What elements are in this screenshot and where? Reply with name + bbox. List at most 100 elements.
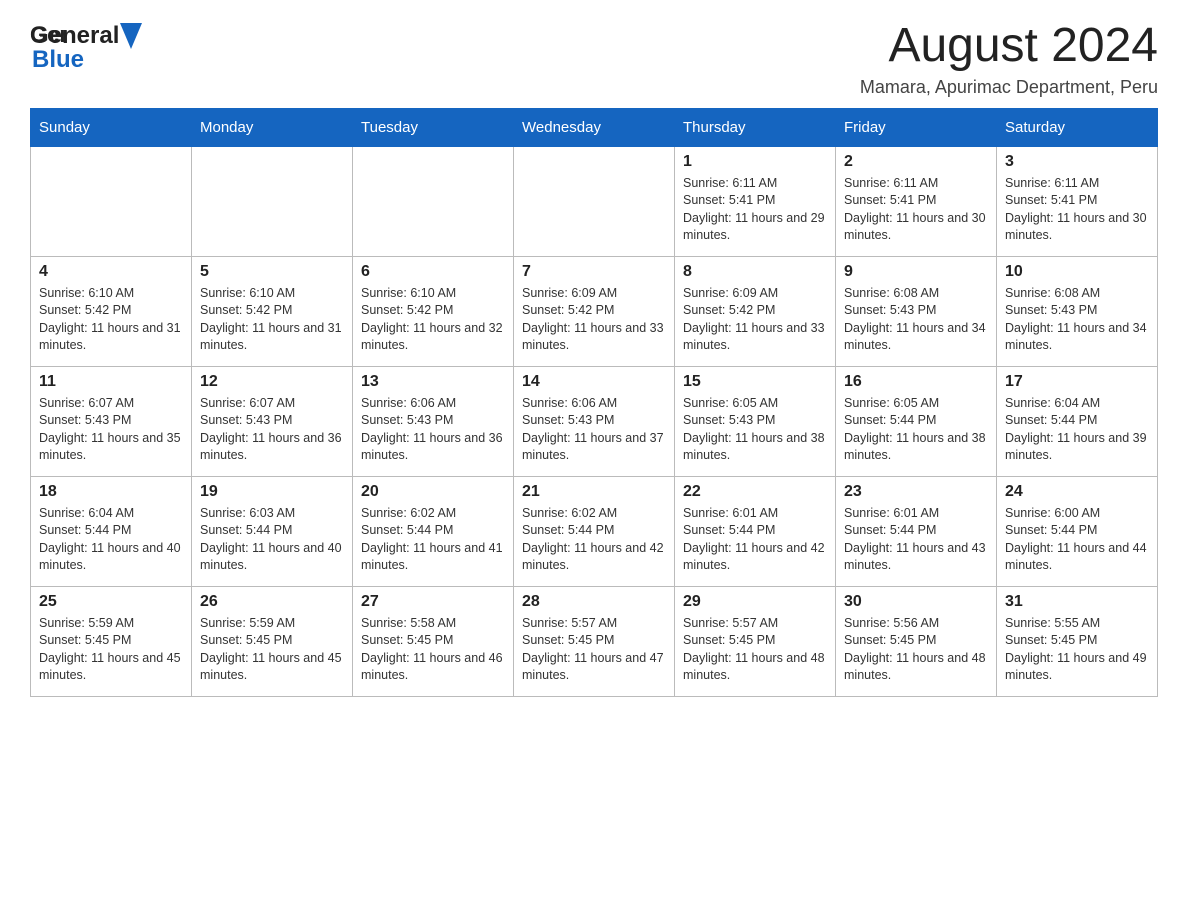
cell-week5-day7: 31 Sunrise: 5:55 AMSunset: 5:45 PMDayligh… — [997, 586, 1158, 696]
header-wednesday: Wednesday — [514, 108, 675, 146]
day-info: Sunrise: 6:01 AMSunset: 5:44 PMDaylight:… — [844, 505, 988, 575]
cell-week2-day3: 6 Sunrise: 6:10 AMSunset: 5:42 PMDaylight… — [353, 256, 514, 366]
cell-week3-day4: 14Sunrise: 6:06 AMSunset: 5:43 PMDayligh… — [514, 366, 675, 476]
logo-blue-text: Blue — [32, 46, 84, 73]
cell-week2-day1: 4 Sunrise: 6:10 AMSunset: 5:42 PMDaylight… — [31, 256, 192, 366]
header-thursday: Thursday — [675, 108, 836, 146]
cell-week2-day4: 7 Sunrise: 6:09 AMSunset: 5:42 PMDaylight… — [514, 256, 675, 366]
cell-week2-day7: 10Sunrise: 6:08 AMSunset: 5:43 PMDayligh… — [997, 256, 1158, 366]
cell-week1-day2 — [192, 146, 353, 256]
page-header: General August 2024 Mamara, Apurimac Dep… — [30, 20, 1158, 98]
day-info: Sunrise: 5:55 AMSunset: 5:45 PMDaylight:… — [1005, 615, 1149, 685]
header-friday: Friday — [836, 108, 997, 146]
day-number: 29 — [683, 593, 827, 611]
header-saturday: Saturday — [997, 108, 1158, 146]
cell-week3-day7: 17 Sunrise: 6:04 AMSunset: 5:44 PMDayligh… — [997, 366, 1158, 476]
cell-week4-day3: 20 Sunrise: 6:02 AMSunset: 5:44 PMDayligh… — [353, 476, 514, 586]
day-info: Sunrise: 6:10 AMSunset: 5:42 PMDaylight:… — [39, 285, 183, 355]
day-number: 9 — [844, 263, 988, 281]
calendar-header-row: Sunday Monday Tuesday Wednesday Thursday… — [31, 108, 1158, 146]
day-info: Sunrise: 6:10 AMSunset: 5:42 PMDaylight:… — [200, 285, 344, 355]
day-number: 26 — [200, 593, 344, 611]
cell-week1-day1 — [31, 146, 192, 256]
month-title: August 2024 — [860, 20, 1158, 73]
cell-week3-day3: 13 Sunrise: 6:06 AMSunset: 5:43 PMDayligh… — [353, 366, 514, 476]
day-info: Sunrise: 6:09 AMSunset: 5:42 PMDaylight:… — [522, 285, 666, 355]
cell-week3-day2: 12Sunrise: 6:07 AMSunset: 5:43 PMDayligh… — [192, 366, 353, 476]
cell-week5-day5: 29 Sunrise: 5:57 AMSunset: 5:45 PMDayligh… — [675, 586, 836, 696]
day-info: Sunrise: 5:59 AMSunset: 5:45 PMDaylight:… — [200, 615, 344, 685]
day-number: 13 — [361, 373, 505, 391]
day-info: Sunrise: 6:02 AMSunset: 5:44 PMDaylight:… — [522, 505, 666, 575]
day-number: 17 — [1005, 373, 1149, 391]
cell-week1-day4 — [514, 146, 675, 256]
cell-week3-day5: 15 Sunrise: 6:05 AMSunset: 5:43 PMDayligh… — [675, 366, 836, 476]
day-info: Sunrise: 6:06 AMSunset: 5:43 PMDaylight:… — [361, 395, 505, 465]
cell-week3-day1: 11 Sunrise: 6:07 AMSunset: 5:43 PMDayligh… — [31, 366, 192, 476]
day-info: Sunrise: 6:05 AMSunset: 5:43 PMDaylight:… — [683, 395, 827, 465]
day-number: 7 — [522, 263, 666, 281]
day-info: Sunrise: 6:06 AMSunset: 5:43 PMDaylight:… — [522, 395, 666, 465]
cell-week5-day1: 25 Sunrise: 5:59 AMSunset: 5:45 PMDayligh… — [31, 586, 192, 696]
cell-week2-day5: 8 Sunrise: 6:09 AMSunset: 5:42 PMDaylight… — [675, 256, 836, 366]
day-number: 8 — [683, 263, 827, 281]
day-info: Sunrise: 6:04 AMSunset: 5:44 PMDaylight:… — [39, 505, 183, 575]
week-row-5: 25 Sunrise: 5:59 AMSunset: 5:45 PMDayligh… — [31, 586, 1158, 696]
cell-week2-day2: 5 Sunrise: 6:10 AMSunset: 5:42 PMDaylight… — [192, 256, 353, 366]
day-info: Sunrise: 6:07 AMSunset: 5:43 PMDaylight:… — [39, 395, 183, 465]
day-number: 19 — [200, 483, 344, 501]
cell-week5-day6: 30Sunrise: 5:56 AMSunset: 5:45 PMDayligh… — [836, 586, 997, 696]
day-info: Sunrise: 6:11 AMSunset: 5:41 PMDaylight:… — [1005, 175, 1149, 245]
day-info: Sunrise: 6:04 AMSunset: 5:44 PMDaylight:… — [1005, 395, 1149, 465]
day-number: 11 — [39, 373, 183, 391]
day-info: Sunrise: 6:08 AMSunset: 5:43 PMDaylight:… — [844, 285, 988, 355]
day-info: Sunrise: 5:57 AMSunset: 5:45 PMDaylight:… — [683, 615, 827, 685]
day-info: Sunrise: 5:59 AMSunset: 5:45 PMDaylight:… — [39, 615, 183, 685]
day-info: Sunrise: 6:03 AMSunset: 5:44 PMDaylight:… — [200, 505, 344, 575]
day-number: 16 — [844, 373, 988, 391]
cell-week1-day7: 3Sunrise: 6:11 AMSunset: 5:41 PMDaylight… — [997, 146, 1158, 256]
day-info: Sunrise: 6:00 AMSunset: 5:44 PMDaylight:… — [1005, 505, 1149, 575]
day-number: 24 — [1005, 483, 1149, 501]
day-number: 30 — [844, 593, 988, 611]
cell-week1-day3 — [353, 146, 514, 256]
day-number: 12 — [200, 373, 344, 391]
calendar-table: Sunday Monday Tuesday Wednesday Thursday… — [30, 108, 1158, 697]
cell-week4-day1: 18 Sunrise: 6:04 AMSunset: 5:44 PMDayligh… — [31, 476, 192, 586]
day-number: 4 — [39, 263, 183, 281]
day-number: 18 — [39, 483, 183, 501]
day-number: 21 — [522, 483, 666, 501]
day-info: Sunrise: 5:58 AMSunset: 5:45 PMDaylight:… — [361, 615, 505, 685]
week-row-2: 4 Sunrise: 6:10 AMSunset: 5:42 PMDaylight… — [31, 256, 1158, 366]
day-number: 6 — [361, 263, 505, 281]
day-info: Sunrise: 6:10 AMSunset: 5:42 PMDaylight:… — [361, 285, 505, 355]
title-section: August 2024 Mamara, Apurimac Department,… — [860, 20, 1158, 98]
cell-week4-day4: 21 Sunrise: 6:02 AMSunset: 5:44 PMDayligh… — [514, 476, 675, 586]
day-info: Sunrise: 6:02 AMSunset: 5:44 PMDaylight:… — [361, 505, 505, 575]
day-info: Sunrise: 6:01 AMSunset: 5:44 PMDaylight:… — [683, 505, 827, 575]
header-tuesday: Tuesday — [353, 108, 514, 146]
day-number: 28 — [522, 593, 666, 611]
cell-week5-day3: 27 Sunrise: 5:58 AMSunset: 5:45 PMDayligh… — [353, 586, 514, 696]
logo-display: General Blue — [30, 22, 143, 74]
header-sunday: Sunday — [31, 108, 192, 146]
day-info: Sunrise: 5:57 AMSunset: 5:45 PMDaylight:… — [522, 615, 666, 685]
day-number: 15 — [683, 373, 827, 391]
day-info: Sunrise: 6:11 AMSunset: 5:41 PMDaylight:… — [683, 175, 827, 245]
header-monday: Monday — [192, 108, 353, 146]
day-info: Sunrise: 6:09 AMSunset: 5:42 PMDaylight:… — [683, 285, 827, 355]
day-number: 31 — [1005, 593, 1149, 611]
day-number: 5 — [200, 263, 344, 281]
logo-arrow-icon — [120, 23, 142, 49]
cell-week5-day2: 26 Sunrise: 5:59 AMSunset: 5:45 PMDayligh… — [192, 586, 353, 696]
day-info: Sunrise: 6:05 AMSunset: 5:44 PMDaylight:… — [844, 395, 988, 465]
day-number: 27 — [361, 593, 505, 611]
cell-week4-day2: 19 Sunrise: 6:03 AMSunset: 5:44 PMDayligh… — [192, 476, 353, 586]
day-number: 25 — [39, 593, 183, 611]
week-row-4: 18 Sunrise: 6:04 AMSunset: 5:44 PMDayligh… — [31, 476, 1158, 586]
week-row-1: 1Sunrise: 6:11 AMSunset: 5:41 PMDaylight… — [31, 146, 1158, 256]
cell-week3-day6: 16 Sunrise: 6:05 AMSunset: 5:44 PMDayligh… — [836, 366, 997, 476]
cell-week1-day6: 2Sunrise: 6:11 AMSunset: 5:41 PMDaylight… — [836, 146, 997, 256]
day-number: 10 — [1005, 263, 1149, 281]
day-number: 20 — [361, 483, 505, 501]
